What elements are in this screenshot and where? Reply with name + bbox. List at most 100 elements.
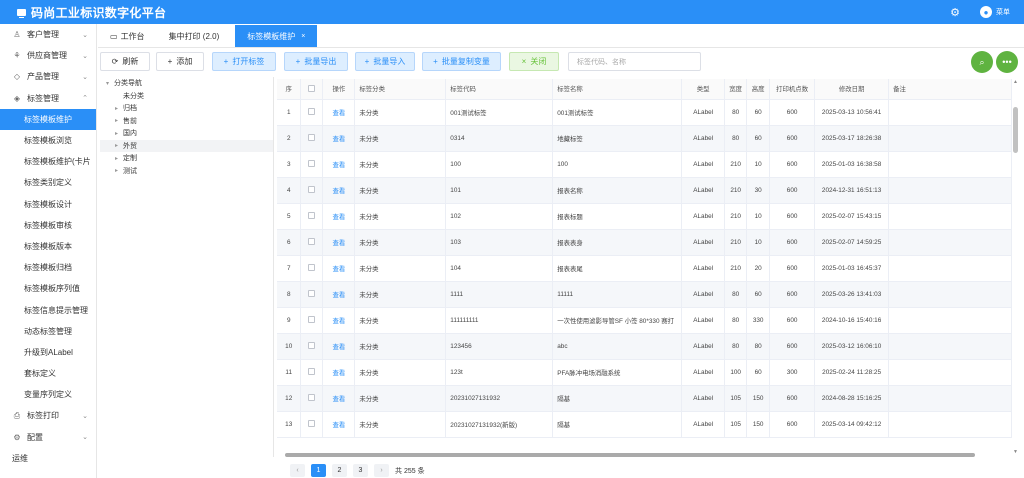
row-checkbox-cell[interactable] — [300, 307, 324, 334]
sidebar-item-8[interactable]: 标签类别定义 — [0, 172, 96, 193]
refresh-button[interactable]: ⟳ 刷新 — [100, 52, 150, 71]
table-row[interactable]: 3 查看 未分类 100 100 ALabel 210 10 600 2025-01-03 16:… — [277, 151, 1012, 178]
row-checkbox[interactable] — [308, 186, 316, 194]
tab-central-print[interactable]: 集中打印 (2.0) — [157, 25, 232, 47]
page-button[interactable]: 2 — [332, 464, 347, 477]
table-row[interactable]: 13 查看 未分类 20231027131932(新版) 隔基 ALabel 105 150 6… — [277, 411, 1012, 438]
tree-node[interactable]: ▸ 售前 — [100, 115, 273, 128]
row-checkbox-cell[interactable] — [300, 281, 324, 308]
row-checkbox-cell[interactable] — [300, 255, 324, 282]
scroll-up-arrow-icon[interactable]: ▲ — [1013, 79, 1018, 85]
view-link[interactable]: 查看 — [322, 151, 356, 178]
next-page-button[interactable]: › — [374, 464, 389, 477]
row-checkbox-cell[interactable] — [300, 125, 324, 152]
sidebar-item-10[interactable]: 标签模板审核 — [0, 215, 96, 236]
table-row[interactable]: 9 查看 未分类 111111111 一次性使用滤影导管SF 小签 80*330 赛打 A… — [277, 307, 1012, 334]
sidebar-item-9[interactable]: 标签模板设计 — [0, 194, 96, 215]
row-checkbox[interactable] — [308, 420, 316, 428]
view-link[interactable]: 查看 — [322, 281, 356, 308]
sidebar-item-11[interactable]: 标签模板版本 — [0, 236, 96, 257]
prev-page-button[interactable]: ‹ — [290, 464, 305, 477]
tree-root[interactable]: ▾ 分类导航 — [100, 77, 273, 90]
row-checkbox[interactable] — [308, 134, 316, 142]
view-link[interactable]: 查看 — [322, 411, 356, 438]
vertical-scroll-thumb[interactable] — [1013, 107, 1018, 153]
row-checkbox[interactable] — [308, 342, 316, 350]
row-checkbox-cell[interactable] — [300, 385, 324, 412]
row-checkbox[interactable] — [308, 108, 316, 116]
view-link[interactable]: 查看 — [322, 307, 356, 334]
table-row[interactable]: 11 查看 未分类 123t PFA脉冲电场消融系统 ALabel 100 60 300 2025… — [277, 359, 1012, 386]
table-row[interactable]: 2 查看 未分类 0314 地藏标签 ALabel 80 60 600 2025-03-17 18… — [277, 125, 1012, 152]
page-button[interactable]: 3 — [353, 464, 368, 477]
more-button[interactable]: ••• — [996, 51, 1018, 73]
page-button[interactable]: 1 — [311, 464, 326, 477]
view-link[interactable]: 查看 — [322, 333, 356, 360]
sidebar-item-20[interactable]: ⚙ 配置 ⌄ — [0, 427, 96, 448]
scroll-down-arrow-icon[interactable]: ▼ — [1013, 449, 1018, 455]
sidebar-item-16[interactable]: 升级到ALabel — [0, 342, 96, 363]
batch-copy-variables-button[interactable]: + 批量复制变量 — [422, 52, 501, 71]
view-link[interactable]: 查看 — [322, 177, 356, 204]
table-row[interactable]: 10 查看 未分类 123456 abc ALabel 80 80 600 2025-03-12 … — [277, 333, 1012, 360]
view-link[interactable]: 查看 — [322, 359, 356, 386]
batch-export-button[interactable]: + 批量导出 — [284, 52, 348, 71]
row-checkbox-cell[interactable] — [300, 359, 324, 386]
sidebar-item-17[interactable]: 套标定义 — [0, 363, 96, 384]
sidebar-item-7[interactable]: 标签模板维护(卡片 — [0, 151, 96, 172]
batch-import-button[interactable]: + 批量导入 — [355, 52, 415, 71]
table-row[interactable]: 1 查看 未分类 001测试标签 001测试标签 ALabel 80 60 600 2025-03… — [277, 99, 1012, 126]
table-row[interactable]: 7 查看 未分类 104 报表表尾 ALabel 210 20 600 2025-01-03 16… — [277, 255, 1012, 282]
user-menu[interactable]: ● 菜单 — [980, 6, 1010, 18]
tree-node[interactable]: ▸ 测试 — [100, 165, 273, 178]
open-label-button[interactable]: + 打开标签 — [212, 52, 276, 71]
view-link[interactable]: 查看 — [322, 255, 356, 282]
sidebar-item-3[interactable]: ◇ 产品管理 ⌄ — [0, 66, 96, 87]
row-checkbox[interactable] — [308, 160, 316, 168]
tree-node[interactable]: 未分类 — [100, 90, 273, 103]
settings-gear-icon[interactable]: ⚙ — [950, 6, 960, 19]
close-icon[interactable]: × — [301, 33, 305, 40]
search-input[interactable]: 标签代码、名称 — [568, 52, 701, 71]
sidebar-item-2[interactable]: ⚘ 供应商管理 ⌄ — [0, 45, 96, 66]
horizontal-scroll-thumb[interactable] — [285, 453, 975, 457]
sidebar-item-13[interactable]: 标签模板序列值 — [0, 278, 96, 299]
row-checkbox[interactable] — [308, 316, 316, 324]
row-checkbox-cell[interactable] — [300, 177, 324, 204]
tree-node[interactable]: ▸ 定制 — [100, 152, 273, 165]
row-checkbox[interactable] — [308, 238, 316, 246]
row-checkbox-cell[interactable] — [300, 229, 324, 256]
tree-node[interactable]: ▸ 国内 — [100, 127, 273, 140]
vertical-scrollbar[interactable]: ▲ ▼ — [1013, 79, 1019, 455]
table-row[interactable]: 6 查看 未分类 103 报表表身 ALabel 210 10 600 2025-02-07 14… — [277, 229, 1012, 256]
sidebar-item-15[interactable]: 动态标签管理 — [0, 321, 96, 342]
table-row[interactable]: 8 查看 未分类 1111 11111 ALabel 80 60 600 2025-03-26 1… — [277, 281, 1012, 308]
view-link[interactable]: 查看 — [322, 229, 356, 256]
row-checkbox-cell[interactable] — [300, 151, 324, 178]
row-checkbox-cell[interactable] — [300, 203, 324, 230]
sidebar-item-19[interactable]: ⎙ 标签打印 ⌄ — [0, 405, 96, 426]
row-checkbox[interactable] — [308, 290, 316, 298]
tab-workbench[interactable]: ▭ 工作台 — [98, 25, 157, 47]
row-checkbox[interactable] — [308, 212, 316, 220]
table-row[interactable]: 4 查看 未分类 101 报表名称 ALabel 210 30 600 2024-12-31 16… — [277, 177, 1012, 204]
row-checkbox-cell[interactable] — [300, 333, 324, 360]
view-link[interactable]: 查看 — [322, 125, 356, 152]
tab-label-template-maintenance[interactable]: 标签模板维护 × — [235, 25, 318, 47]
sidebar-item-14[interactable]: 标签信息提示管理 — [0, 299, 96, 320]
row-checkbox[interactable] — [308, 394, 316, 402]
sidebar-item-5[interactable]: 标签模板维护 — [0, 108, 96, 130]
sidebar-item-21[interactable]: 运维 — [0, 448, 96, 469]
column-header[interactable] — [300, 79, 324, 100]
sidebar-item-6[interactable]: 标签模板浏览 — [0, 130, 96, 151]
tree-node[interactable]: ▸ 外贸 — [100, 139, 273, 152]
select-all-checkbox[interactable] — [308, 85, 316, 93]
search-button[interactable]: ⌕ — [971, 51, 993, 73]
row-checkbox-cell[interactable] — [300, 411, 324, 438]
add-button[interactable]: + 添加 — [156, 52, 204, 71]
view-link[interactable]: 查看 — [322, 99, 356, 126]
view-link[interactable]: 查看 — [322, 385, 356, 412]
sidebar-item-4[interactable]: ◈ 标签管理 ⌃ — [0, 88, 96, 109]
close-button[interactable]: × 关闭 — [509, 52, 559, 71]
table-row[interactable]: 5 查看 未分类 102 报表标题 ALabel 210 10 600 2025-02-07 15… — [277, 203, 1012, 230]
